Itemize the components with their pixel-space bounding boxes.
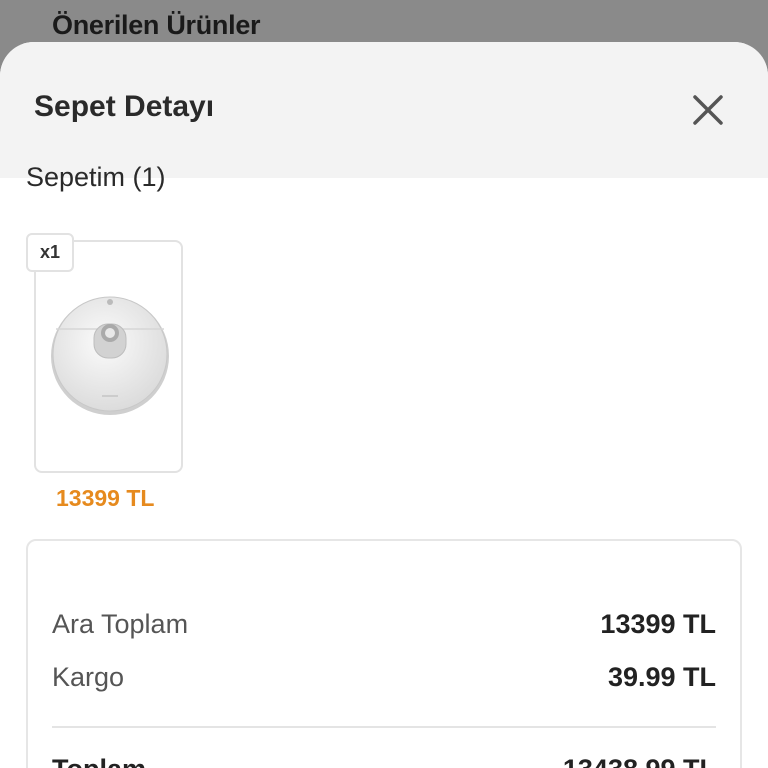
close-icon[interactable]	[688, 90, 728, 130]
shipping-label: Kargo	[52, 662, 125, 692]
cart-count-label: Sepetim (1)	[26, 162, 166, 192]
order-summary-card: Ara Toplam 13399 TL Kargo 39.99 TL Topla…	[26, 539, 742, 768]
item-price: 13399 TL	[56, 485, 155, 511]
robot-vacuum-image	[48, 294, 172, 423]
shipping-value: 39.99 TL	[607, 662, 716, 692]
subtotal-label: Ara Toplam	[52, 609, 189, 639]
total-label: Toplam	[52, 754, 146, 768]
quantity-badge: x1	[26, 233, 74, 272]
cart-item-card[interactable]	[34, 240, 183, 473]
backdrop-section-title: Önerilen Ürünler	[52, 10, 261, 40]
subtotal-value: 13399 TL	[600, 609, 716, 639]
summary-divider	[52, 726, 716, 728]
total-value: 13438.99 TL	[563, 754, 716, 768]
sheet-title: Sepet Detayı	[34, 90, 215, 123]
sheet-header: Sepet Detayı	[0, 42, 768, 178]
